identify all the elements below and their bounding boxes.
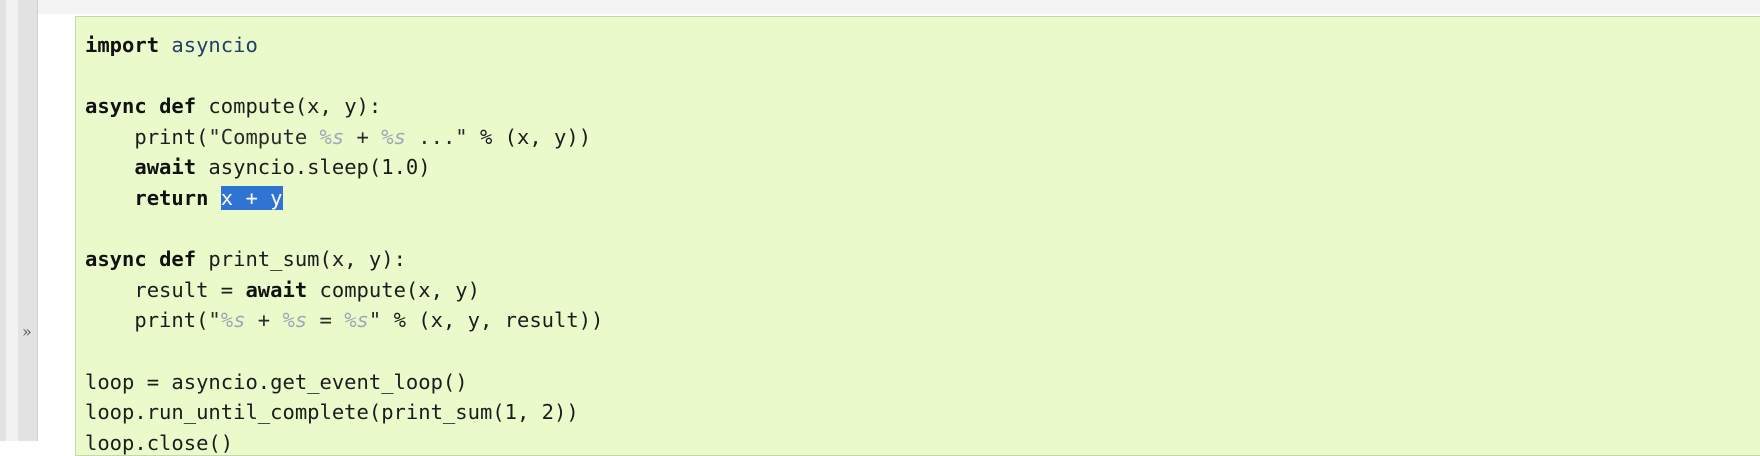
string-literal: "	[368, 308, 382, 333]
code-text: loop = asyncio.get_event_loop()	[85, 369, 468, 394]
format-specifier: %s	[282, 308, 308, 333]
code-line[interactable]: print("%s + %s = %s" % (x, y, result))	[85, 305, 1760, 336]
selected-text: x + y	[220, 185, 283, 210]
code-line[interactable]: return x + y	[85, 183, 1760, 214]
code-line[interactable]: import asyncio	[85, 30, 1760, 61]
gutter-strip	[6, 0, 18, 441]
code-line[interactable]: print("Compute %s + %s ..." % (x, y))	[85, 122, 1760, 153]
string-literal: ..."	[405, 124, 468, 149]
keyword: return	[134, 185, 209, 210]
left-gutter	[0, 0, 38, 441]
string-literal: +	[245, 308, 283, 333]
code-line[interactable]: async def print_sum(x, y):	[85, 244, 1760, 275]
code-line[interactable]	[85, 61, 1760, 92]
code-text: print(	[85, 308, 209, 333]
code-line[interactable]	[85, 214, 1760, 245]
code-text: % (x, y, result))	[381, 308, 604, 333]
code-text: % (x, y))	[467, 124, 592, 149]
code-line[interactable]	[85, 336, 1760, 367]
string-literal: =	[307, 308, 345, 333]
string-literal: +	[344, 124, 382, 149]
format-specifier: %s	[220, 308, 246, 333]
code-line[interactable]: loop.close()	[85, 428, 1760, 455]
keyword: async	[85, 94, 147, 119]
code-text: asyncio.sleep(1.0)	[196, 155, 431, 180]
string-literal: "Compute	[208, 124, 320, 149]
code-text: loop.run_until_complete(print_sum(1, 2))	[85, 400, 579, 425]
code-line[interactable]: loop.run_until_complete(print_sum(1, 2))	[85, 397, 1760, 428]
code-text: print(	[85, 124, 209, 149]
top-toolbar-strip	[38, 0, 1760, 14]
keyword: import	[85, 33, 160, 57]
keyword: await	[134, 155, 197, 180]
keyword: def	[159, 94, 197, 119]
format-specifier: %s	[344, 308, 369, 333]
module-name: asyncio	[171, 33, 258, 57]
code-text: compute(x, y):	[196, 94, 382, 119]
code-text: result =	[85, 277, 246, 302]
code-block[interactable]: import asyncio async def compute(x, y): …	[76, 17, 1760, 455]
keyword: def	[159, 247, 197, 272]
format-specifier: %s	[319, 124, 345, 149]
code-text: print_sum(x, y):	[196, 247, 406, 272]
keyword: async	[85, 247, 147, 272]
format-specifier: %s	[381, 124, 406, 149]
code-line[interactable]: result = await compute(x, y)	[85, 275, 1760, 306]
code-editor-panel[interactable]: import asyncio async def compute(x, y): …	[75, 16, 1760, 456]
code-line[interactable]: loop = asyncio.get_event_loop()	[85, 367, 1760, 398]
code-line[interactable]: async def compute(x, y):	[85, 91, 1760, 122]
keyword: await	[245, 277, 308, 302]
code-text: loop.close()	[85, 430, 234, 455]
code-text: compute(x, y)	[307, 277, 480, 302]
expand-chevron-icon[interactable]: »	[22, 322, 32, 341]
string-literal: "	[208, 308, 221, 333]
code-line[interactable]: await asyncio.sleep(1.0)	[85, 152, 1760, 183]
